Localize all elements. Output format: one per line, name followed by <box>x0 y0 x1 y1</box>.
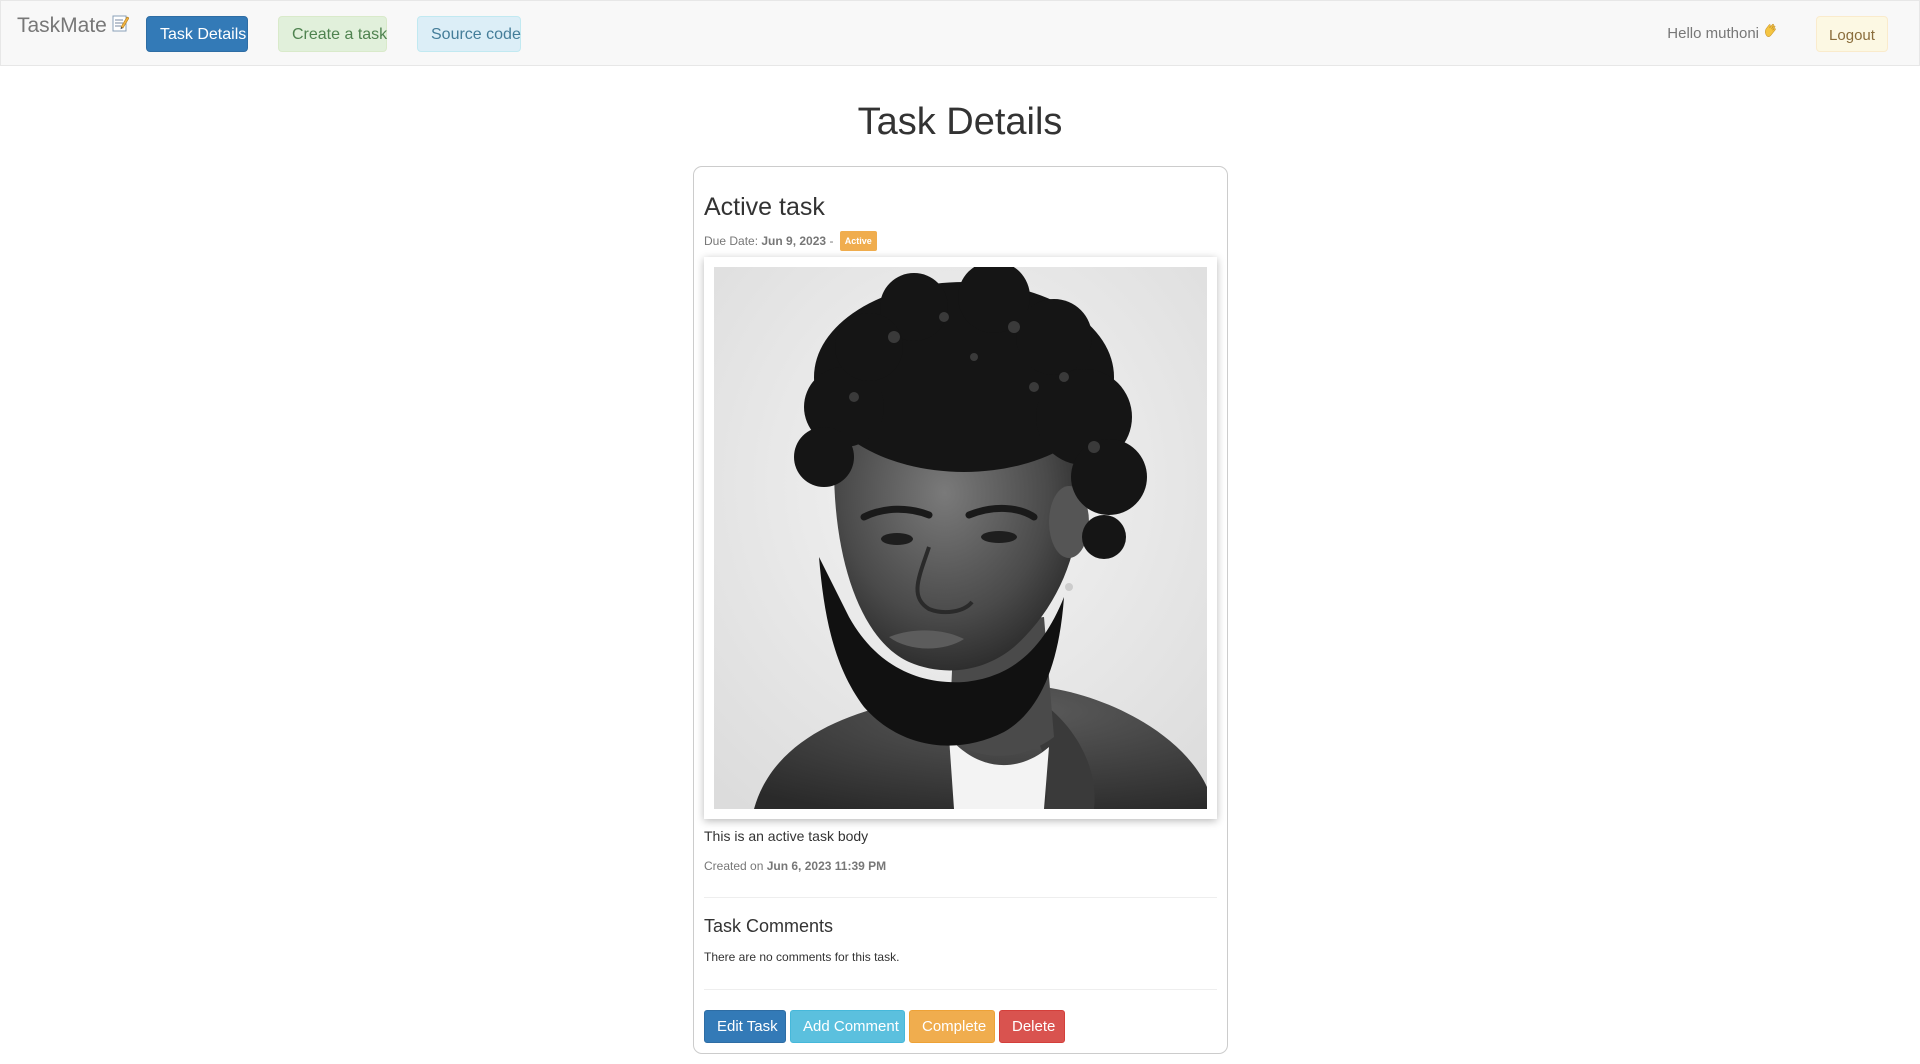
brand-link[interactable]: TaskMate <box>17 14 130 37</box>
divider <box>704 989 1217 990</box>
task-details-nav-button[interactable]: Task Details <box>146 16 248 52</box>
task-image-frame <box>704 257 1217 819</box>
source-code-nav-button[interactable]: Source code <box>417 16 521 52</box>
task-actions: Edit Task Add Comment Complete Delete <box>704 1010 1065 1043</box>
status-badge: Active <box>839 231 877 251</box>
task-card: Active task Due Date: Jun 9, 2023 - Acti… <box>693 166 1228 1054</box>
add-comment-button[interactable]: Add Comment <box>790 1010 905 1043</box>
no-comments-text: There are no comments for this task. <box>704 950 900 964</box>
complete-button[interactable]: Complete <box>909 1010 995 1043</box>
waving-hand-icon <box>1763 16 1778 52</box>
due-separator: - <box>829 234 834 248</box>
created-label: Created on <box>704 859 764 873</box>
created-value: Jun 6, 2023 11:39 PM <box>766 859 887 873</box>
brand-name: TaskMate <box>17 14 107 37</box>
portrait-photo <box>714 267 1207 809</box>
due-date-label: Due Date: <box>704 234 759 248</box>
edit-task-button[interactable]: Edit Task <box>704 1010 786 1043</box>
delete-button[interactable]: Delete <box>999 1010 1065 1043</box>
logout-button[interactable]: Logout <box>1816 16 1888 52</box>
created-line: Created on Jun 6, 2023 11:39 PM <box>704 858 886 874</box>
task-image <box>714 267 1207 809</box>
create-task-nav-button[interactable]: Create a task <box>278 16 387 52</box>
due-date-line: Due Date: Jun 9, 2023 - Active <box>704 231 877 252</box>
task-body: This is an active task body <box>704 828 869 844</box>
divider <box>704 897 1217 898</box>
greeting-text: Hello muthoni <box>1667 25 1759 42</box>
page-title: Task Details <box>857 101 1063 143</box>
user-greeting: Hello muthoni <box>1667 16 1778 52</box>
memo-icon <box>112 14 130 32</box>
top-navbar: TaskMate Task Details Create a task Sour… <box>0 0 1920 66</box>
task-title: Active task <box>704 193 825 221</box>
comments-title: Task Comments <box>704 916 834 936</box>
due-date-value: Jun 9, 2023 <box>761 234 827 248</box>
